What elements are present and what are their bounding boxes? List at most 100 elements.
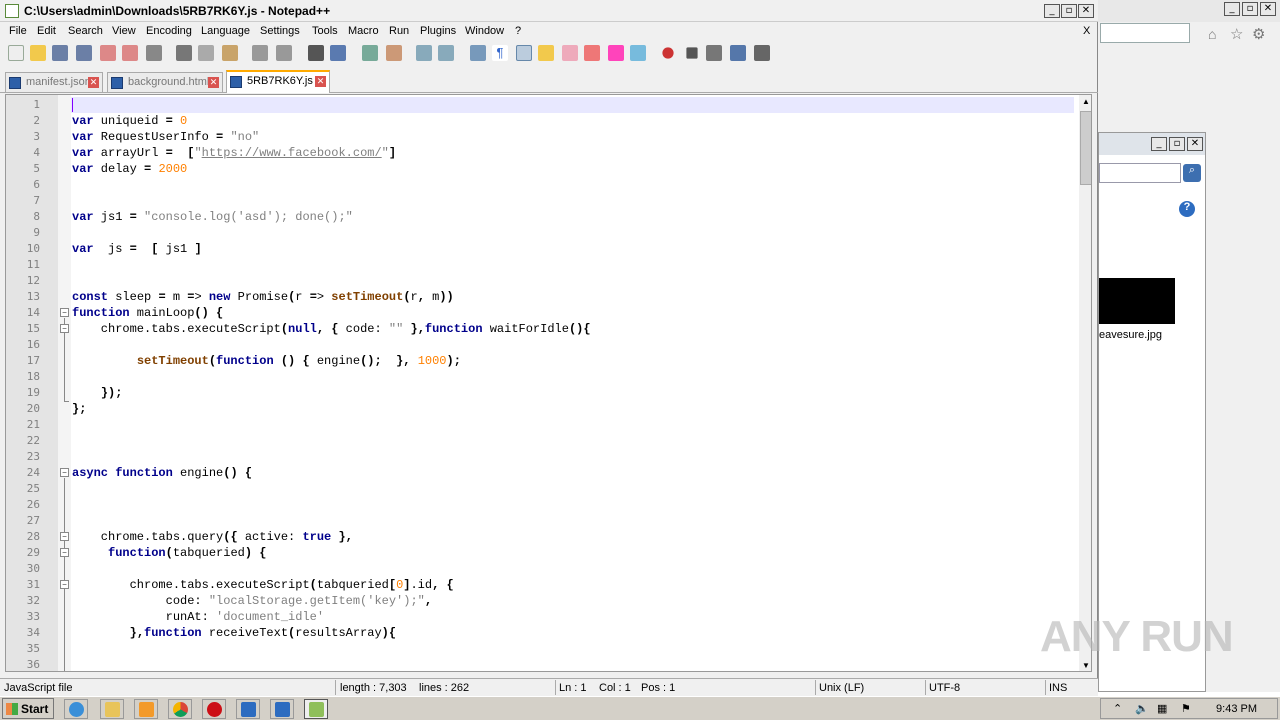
open-file-icon[interactable] (30, 45, 46, 61)
browser-search-field[interactable] (1100, 23, 1190, 43)
fold-toggle-icon[interactable]: − (60, 548, 69, 557)
code-line[interactable]: }; (72, 401, 86, 417)
save-all-icon[interactable] (76, 45, 92, 61)
zoom-out-icon[interactable] (386, 45, 402, 61)
taskbar-app-2[interactable] (270, 699, 294, 719)
redo-icon[interactable] (276, 45, 292, 61)
find-icon[interactable] (308, 45, 324, 61)
show-all-chars-icon[interactable]: ¶ (492, 45, 508, 61)
menu-edit[interactable]: Edit (37, 25, 56, 37)
undo-icon[interactable] (252, 45, 268, 61)
tray-arrow-icon[interactable]: ⌃ (1113, 702, 1122, 715)
taskbar-chrome[interactable] (168, 699, 192, 719)
home-icon[interactable]: ⌂ (1208, 26, 1216, 42)
menu-view[interactable]: View (112, 25, 136, 37)
taskbar-app-1[interactable] (236, 699, 260, 719)
play-macro-icon[interactable] (706, 45, 722, 61)
explorer-search-input[interactable] (1099, 163, 1181, 183)
code-line[interactable]: },function receiveText(resultsArray){ (72, 625, 396, 641)
taskbar-explorer[interactable] (100, 699, 124, 719)
menu-tools[interactable]: Tools (312, 25, 338, 37)
code-line[interactable]: function(tabqueried) { (72, 545, 266, 561)
close-button[interactable]: ✕ (1260, 2, 1276, 16)
minimize-button[interactable]: _ (1044, 4, 1060, 18)
taskbar-ie[interactable] (64, 699, 88, 719)
menu-run[interactable]: Run (389, 25, 409, 37)
code-line[interactable]: function mainLoop() { (72, 305, 223, 321)
sync-horizontal-icon[interactable] (438, 45, 454, 61)
code-line[interactable]: var js = [ js1 ] (72, 241, 202, 257)
taskbar-opera[interactable] (202, 699, 226, 719)
cut-icon[interactable] (176, 45, 192, 61)
code-line[interactable]: code: "localStorage.getItem('key');", (72, 593, 432, 609)
fold-toggle-icon[interactable]: − (60, 580, 69, 589)
network-icon[interactable]: ▦ (1157, 702, 1167, 715)
taskbar-media[interactable] (134, 699, 158, 719)
stop-macro-icon[interactable] (686, 47, 698, 59)
close-tab-icon[interactable]: ✕ (208, 77, 219, 88)
tab-5rb7rk6y-js[interactable]: 5RB7RK6Y.js ✕ (226, 70, 330, 93)
vertical-scrollbar[interactable]: ▲ ▼ (1079, 95, 1091, 671)
udl-icon[interactable] (538, 45, 554, 61)
restore-button[interactable]: ▫ (1169, 137, 1185, 151)
taskbar-notepadpp[interactable] (304, 699, 328, 719)
fold-toggle-icon[interactable]: − (60, 324, 69, 333)
code-line[interactable]: chrome.tabs.query({ active: true }, (72, 529, 353, 545)
menu-encoding[interactable]: Encoding (146, 25, 192, 37)
word-wrap-icon[interactable] (470, 45, 486, 61)
search-icon[interactable]: ⌕ (1183, 164, 1201, 182)
flag-icon[interactable]: ⚑ (1181, 702, 1191, 715)
close-tab-icon[interactable]: ✕ (88, 77, 99, 88)
code-line[interactable]: chrome.tabs.executeScript(null, { code: … (72, 321, 591, 337)
save-macro-icon[interactable] (754, 45, 770, 61)
minimize-button[interactable]: _ (1151, 137, 1167, 151)
print-icon[interactable] (146, 45, 162, 61)
minimize-button[interactable]: _ (1224, 2, 1240, 16)
close-button[interactable]: ✕ (1187, 137, 1203, 151)
menu-macro[interactable]: Macro (348, 25, 379, 37)
close-all-icon[interactable] (122, 45, 138, 61)
menu-settings[interactable]: Settings (260, 25, 300, 37)
close-button[interactable]: ✕ (1078, 4, 1094, 18)
close-tab-icon[interactable]: ✕ (315, 76, 326, 87)
zoom-in-icon[interactable] (362, 45, 378, 61)
code-line[interactable]: async function engine() { (72, 465, 252, 481)
close-doc-button[interactable]: X (1083, 25, 1090, 37)
restore-button[interactable]: ▫ (1242, 2, 1258, 16)
image-thumbnail[interactable] (1099, 278, 1175, 324)
replace-icon[interactable] (330, 45, 346, 61)
sync-vertical-icon[interactable] (416, 45, 432, 61)
code-line[interactable]: var arrayUrl = ["https://www.facebook.co… (72, 145, 396, 161)
code-line[interactable]: setTimeout(function () { engine(); }, 10… (72, 353, 461, 369)
menu-file[interactable]: File (9, 25, 27, 37)
function-list-icon[interactable] (584, 45, 600, 61)
save-icon[interactable] (52, 45, 68, 61)
menu-language[interactable]: Language (201, 25, 250, 37)
code-line[interactable]: }); (72, 385, 123, 401)
fold-toggle-icon[interactable]: − (60, 468, 69, 477)
copy-icon[interactable] (198, 45, 214, 61)
tab-background-html[interactable]: background.html ✕ (107, 72, 223, 92)
start-button[interactable]: Start (2, 698, 54, 719)
fold-toggle-icon[interactable]: − (60, 308, 69, 317)
record-macro-icon[interactable] (662, 47, 674, 59)
menu-plugins[interactable]: Plugins (420, 25, 456, 37)
paste-icon[interactable] (222, 45, 238, 61)
gear-icon[interactable]: ⚙ (1252, 25, 1265, 43)
scroll-thumb[interactable] (1080, 111, 1091, 185)
code-line[interactable]: var RequestUserInfo = "no" (72, 129, 259, 145)
monitoring-icon[interactable] (630, 45, 646, 61)
close-file-icon[interactable] (100, 45, 116, 61)
indent-guide-icon[interactable] (516, 45, 532, 61)
run-macro-multiple-icon[interactable] (730, 45, 746, 61)
help-icon[interactable]: ? (1179, 201, 1195, 217)
code-line[interactable]: var js1 = "console.log('asd'); done();" (72, 209, 353, 225)
code-line[interactable]: chrome.tabs.executeScript(tabqueried[0].… (72, 577, 454, 593)
star-icon[interactable]: ☆ (1230, 25, 1243, 43)
code-line[interactable]: var delay = 2000 (72, 161, 187, 177)
menu-window[interactable]: Window (465, 25, 504, 37)
tab-manifest-json[interactable]: manifest.json ✕ (5, 72, 103, 92)
new-file-icon[interactable] (8, 45, 24, 61)
code-editor[interactable]: − − − − − − 1 2 var uniqueid = 0 3 var Reque… (5, 94, 1092, 672)
menu-help[interactable]: ? (515, 25, 521, 37)
